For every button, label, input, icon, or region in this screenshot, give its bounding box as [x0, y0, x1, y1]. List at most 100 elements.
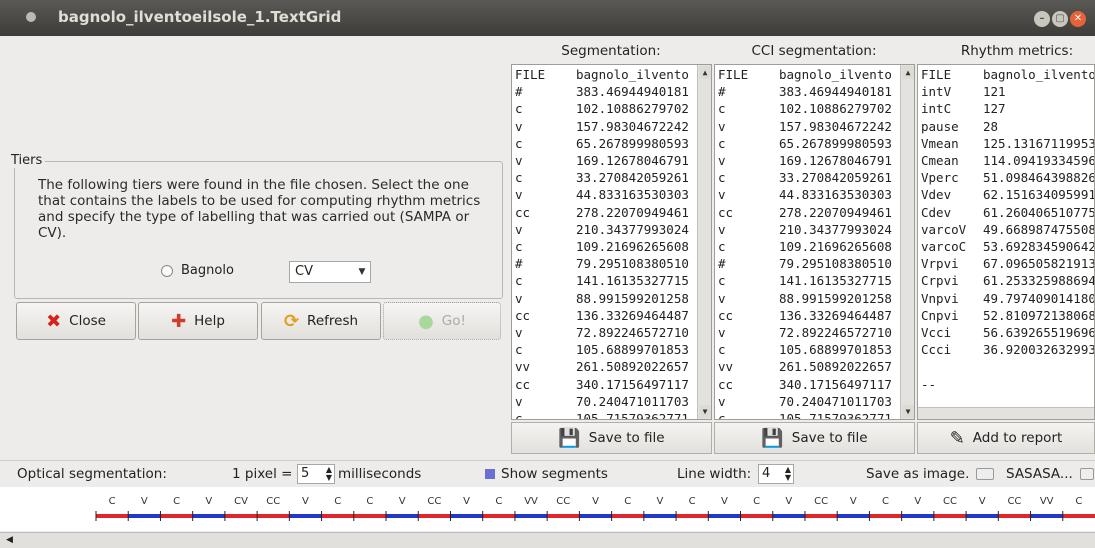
list-row[interactable]: Vcci 56.639265519696 [921, 325, 1094, 343]
list-row[interactable]: v 88.991599201258 [718, 291, 892, 309]
scroll-left-icon[interactable]: ◀ [6, 535, 13, 545]
row-value: 340.17156497117 [576, 376, 689, 392]
list-row[interactable]: v 44.833163530303 [515, 187, 689, 205]
row-key: cc [515, 307, 531, 323]
labelling-type-select[interactable]: CV ▼ [289, 261, 371, 283]
list-row[interactable]: c 105.71579362771 [515, 411, 689, 419]
minimize-icon[interactable]: – [1034, 11, 1050, 27]
list-row[interactable]: cc 340.17156497117 [515, 377, 689, 395]
list-row[interactable]: #79.295108380510 [718, 256, 892, 274]
rhythm-metrics-list[interactable]: FILE bagnolo_ilvento intV 121 intC 127 pause 28… [917, 64, 1095, 420]
list-row[interactable]: c 105.71579362771 [718, 411, 892, 419]
row-key: v [718, 153, 726, 168]
list-row[interactable]: Vdev 62.151634095991 [921, 187, 1094, 205]
list-row[interactable]: #79.295108380510 [515, 256, 689, 274]
vertical-scrollbar[interactable]: ▲ ▼ [900, 65, 914, 419]
chevron-down-icon[interactable]: ▼ [356, 265, 368, 279]
list-row[interactable] [921, 359, 983, 377]
sasasa-toggle[interactable] [1080, 468, 1094, 480]
scroll-up-icon[interactable]: ▲ [902, 66, 914, 79]
scroll-down-icon[interactable]: ▼ [902, 405, 914, 418]
list-row[interactable]: c 33.270842059261 [515, 170, 689, 188]
line-width-spinner[interactable]: 4 ▲ ▼ [758, 464, 794, 484]
list-row[interactable]: v 44.833163530303 [718, 187, 892, 205]
list-row[interactable]: v 169.12678046791 [515, 153, 689, 171]
list-row[interactable]: c 105.68899701853 [515, 342, 689, 360]
list-row[interactable]: v 157.98304672242 [718, 119, 892, 137]
list-row[interactable]: Cnpvi 52.810972138068 [921, 308, 1094, 326]
horizontal-scrollbar[interactable] [918, 407, 1094, 419]
list-row[interactable]: pause 28 [921, 119, 998, 137]
list-row[interactable]: FILE bagnolo_ilvento [515, 67, 689, 85]
save-cci-button[interactable]: 💾 Save to file [714, 422, 915, 454]
radio-button[interactable] [161, 264, 173, 277]
spinner-arrows-icon[interactable]: ▲ ▼ [326, 466, 332, 482]
list-row[interactable]: v 70.240471011703 [718, 394, 892, 412]
list-row[interactable]: v 210.34377993024 [718, 222, 892, 240]
close-button[interactable]: ✖ Close [16, 302, 136, 340]
save-image-toggle[interactable] [976, 468, 994, 480]
list-row[interactable]: FILE bagnolo_ilvento [718, 67, 892, 85]
list-row[interactable]: c 33.270842059261 [718, 170, 892, 188]
refresh-button[interactable]: ⟳ Refresh [261, 302, 381, 340]
list-row[interactable]: v 88.991599201258 [515, 291, 689, 309]
horizontal-scrollbar-bottom[interactable]: ◀ [0, 532, 1095, 548]
list-row[interactable]: v 72.892246572710 [718, 325, 892, 343]
list-row[interactable]: v 157.98304672242 [515, 119, 689, 137]
list-row[interactable]: -- [921, 377, 983, 395]
list-row[interactable]: Vnpvi 49.797409014180 [921, 291, 1094, 309]
list-row[interactable]: Vrpvi 67.096505821913 [921, 256, 1094, 274]
list-row[interactable]: Cmean 114.09419334596 [921, 153, 1094, 171]
scroll-up-icon[interactable]: ▲ [699, 66, 711, 79]
show-segments-checkbox[interactable] [485, 469, 495, 479]
list-row[interactable]: c 65.267899980593 [515, 136, 689, 154]
list-row[interactable]: Ccci 36.920032632993 [921, 342, 1094, 360]
segment-strip[interactable]: C V C V CV CC V C C V CC V C VV CC V C V C V C V CC V C V CC V CC VV C [0, 487, 1095, 531]
list-row[interactable]: #383.46944940181 [718, 84, 892, 102]
list-row[interactable]: intC 127 [921, 101, 1006, 119]
list-row[interactable]: cc 340.17156497117 [718, 377, 892, 395]
list-row[interactable]: Vperc 51.098464398826 [921, 170, 1094, 188]
add-to-report-button[interactable]: ✎ Add to report [917, 422, 1095, 454]
row-key: c [515, 273, 523, 289]
list-row[interactable]: varcoC 53.692834590642 [921, 239, 1094, 257]
vertical-scrollbar[interactable]: ▲ ▼ [697, 65, 711, 419]
list-row[interactable]: Cdev 61.260406510775 [921, 205, 1094, 223]
list-row[interactable]: c 102.10886279702 [515, 101, 689, 119]
list-row[interactable]: vv 261.50892022657 [515, 359, 689, 377]
window-menu-icon[interactable] [26, 12, 36, 22]
cci-segmentation-list[interactable]: ▲ ▼ FILE bagnolo_ilvento #383.46944940181 c… [714, 64, 915, 420]
list-row[interactable]: FILE bagnolo_ilvento [921, 67, 1094, 85]
list-row[interactable]: cc 278.22070949461 [515, 205, 689, 223]
list-row[interactable]: #383.46944940181 [515, 84, 689, 102]
list-row[interactable]: varcoV 49.668987475508 [921, 222, 1094, 240]
list-row[interactable]: c 109.21696265608 [718, 239, 892, 257]
list-row[interactable]: v 169.12678046791 [718, 153, 892, 171]
list-row[interactable]: c 141.16135327715 [515, 273, 689, 291]
list-row[interactable]: vv 261.50892022657 [718, 359, 892, 377]
list-row[interactable]: c 141.16135327715 [718, 273, 892, 291]
close-window-icon[interactable]: ✕ [1070, 11, 1086, 27]
list-row[interactable]: v 72.892246572710 [515, 325, 689, 343]
list-row[interactable]: c 102.10886279702 [718, 101, 892, 119]
maximize-icon[interactable]: ▢ [1052, 11, 1068, 27]
list-row[interactable]: v 70.240471011703 [515, 394, 689, 412]
list-row[interactable]: Crpvi 61.253325988694 [921, 273, 1094, 291]
list-row[interactable]: v 210.34377993024 [515, 222, 689, 240]
list-row[interactable]: cc 136.33269464487 [718, 308, 892, 326]
list-row[interactable]: Vmean 125.13167119953 [921, 136, 1094, 154]
spinner-arrows-icon[interactable]: ▲ ▼ [785, 466, 791, 482]
help-button[interactable]: ✚ Help [138, 302, 258, 340]
go-button[interactable]: ● Go! [383, 302, 501, 340]
list-row[interactable]: c 65.267899980593 [718, 136, 892, 154]
list-row[interactable]: c 109.21696265608 [515, 239, 689, 257]
tier-radio-bagnolo[interactable]: Bagnolo [161, 263, 234, 278]
list-row[interactable]: c 105.68899701853 [718, 342, 892, 360]
list-row[interactable]: cc 136.33269464487 [515, 308, 689, 326]
segmentation-list[interactable]: ▲ ▼ FILE bagnolo_ilvento #383.46944940181 c… [511, 64, 712, 420]
scroll-down-icon[interactable]: ▼ [699, 405, 711, 418]
save-segmentation-button[interactable]: 💾 Save to file [511, 422, 712, 454]
list-row[interactable]: intV 121 [921, 84, 1006, 102]
list-row[interactable]: cc 278.22070949461 [718, 205, 892, 223]
pixel-ms-spinner[interactable]: 5 ▲ ▼ [297, 464, 335, 484]
